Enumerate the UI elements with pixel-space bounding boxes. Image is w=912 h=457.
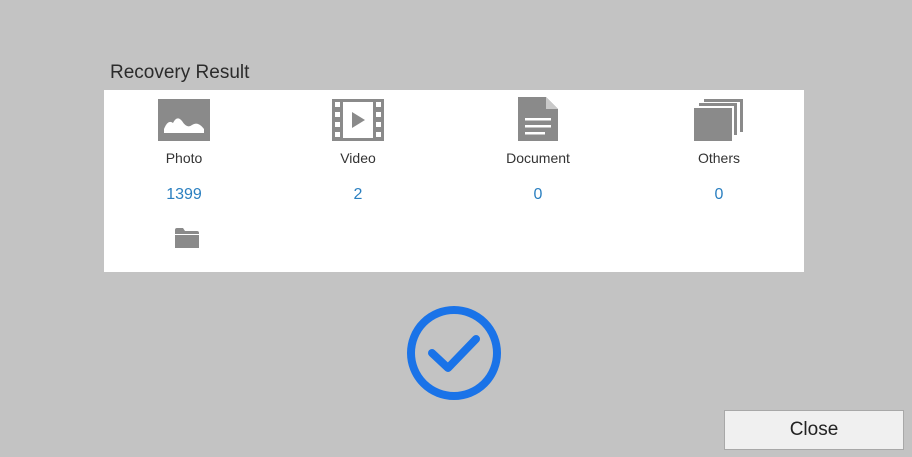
- category-photo: Photo 1399: [114, 90, 254, 272]
- category-label: Document: [506, 150, 570, 166]
- document-icon: [518, 97, 558, 141]
- film-icon: [332, 99, 384, 141]
- others-count-link[interactable]: 0: [649, 186, 789, 204]
- category-document: Document 0: [468, 90, 608, 272]
- video-count-link[interactable]: 2: [288, 186, 428, 204]
- photo-count-link[interactable]: 1399: [114, 186, 254, 204]
- checkmark-circle-icon: [407, 306, 501, 400]
- dialog-title: Recovery Result: [110, 62, 250, 83]
- category-others: Others 0: [649, 90, 789, 272]
- recovery-result-panel: Photo 1399 Video 2 Document 0 Others 0: [104, 90, 804, 272]
- document-count-link[interactable]: 0: [468, 186, 608, 204]
- close-button[interactable]: Close: [724, 410, 904, 450]
- category-label: Video: [340, 150, 376, 166]
- category-label: Others: [697, 150, 740, 166]
- stacked-files-icon: [694, 99, 743, 141]
- folder-icon[interactable]: [174, 227, 200, 249]
- category-label: Photo: [165, 150, 203, 166]
- category-video: Video 2: [288, 90, 428, 272]
- image-icon: [158, 99, 210, 141]
